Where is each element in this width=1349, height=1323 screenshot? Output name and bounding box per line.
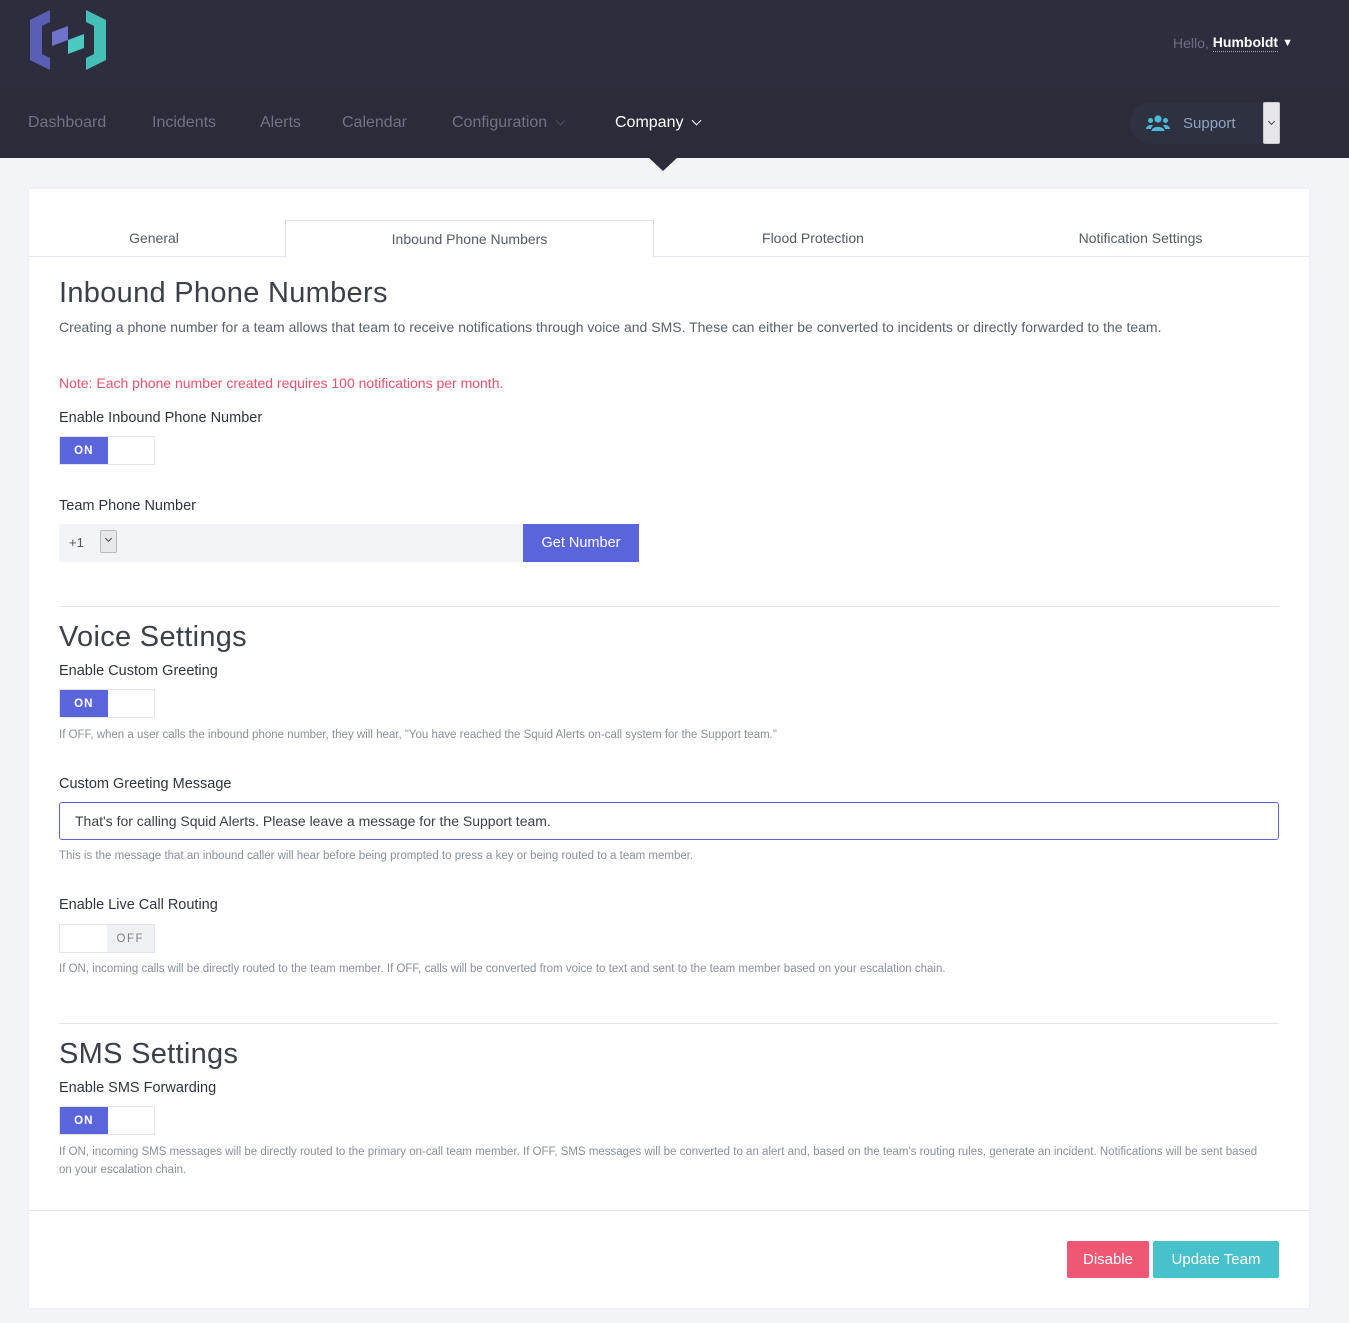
live-routing-help: If ON, incoming calls will be directly r… bbox=[59, 963, 946, 975]
username[interactable]: Humboldt bbox=[1212, 34, 1279, 52]
country-code-dropdown[interactable] bbox=[100, 530, 117, 553]
country-code-value: +1 bbox=[69, 535, 84, 550]
voice-settings-title: Voice Settings bbox=[59, 621, 247, 653]
toggle-on-area bbox=[60, 925, 107, 952]
nav-dashboard[interactable]: Dashboard bbox=[28, 114, 106, 132]
active-nav-pointer bbox=[648, 157, 678, 171]
inbound-note: Note: Each phone number created requires… bbox=[59, 375, 504, 391]
team-phone-label: Team Phone Number bbox=[59, 498, 197, 514]
country-code-select[interactable]: +1 bbox=[59, 524, 121, 562]
settings-card: General Inbound Phone Numbers Flood Prot… bbox=[29, 189, 1309, 1308]
toggle-off-area bbox=[107, 1107, 154, 1134]
team-selector[interactable]: Support bbox=[1130, 102, 1280, 144]
sms-settings-title: SMS Settings bbox=[59, 1038, 239, 1070]
live-routing-label: Enable Live Call Routing bbox=[59, 897, 218, 913]
greeting-text: Hello, bbox=[1172, 35, 1209, 51]
nav-company[interactable]: Company bbox=[615, 114, 702, 132]
sms-forwarding-help: If ON, incoming SMS messages will be dir… bbox=[59, 1146, 1258, 1176]
enable-inbound-toggle[interactable]: ON bbox=[59, 436, 155, 465]
team-selector-dropdown[interactable] bbox=[1263, 102, 1280, 144]
caret-down-icon[interactable]: ▼ bbox=[1282, 37, 1293, 49]
toggle-on-label: ON bbox=[60, 1107, 108, 1134]
toggle-on-label: ON bbox=[60, 437, 108, 464]
enable-inbound-label: Enable Inbound Phone Number bbox=[59, 410, 263, 426]
tab-inbound-phone-numbers[interactable]: Inbound Phone Numbers bbox=[285, 220, 654, 258]
nav-alerts[interactable]: Alerts bbox=[260, 114, 301, 132]
user-greeting[interactable]: Hello, Humboldt ▼ bbox=[1173, 34, 1293, 52]
custom-greeting-toggle[interactable]: ON bbox=[59, 689, 155, 718]
inbound-description: Creating a phone number for a team allow… bbox=[59, 319, 1162, 335]
sms-forwarding-label: Enable SMS Forwarding bbox=[59, 1080, 217, 1096]
phone-number-input[interactable] bbox=[121, 524, 523, 562]
users-icon bbox=[1146, 115, 1170, 131]
greeting-message-label: Custom Greeting Message bbox=[59, 776, 232, 792]
team-selector-label: Support bbox=[1183, 115, 1236, 132]
greeting-message-input[interactable] bbox=[59, 802, 1279, 840]
update-team-button[interactable]: Update Team bbox=[1153, 1241, 1279, 1278]
sms-forwarding-toggle[interactable]: ON bbox=[59, 1106, 155, 1135]
toggle-on-label: ON bbox=[60, 690, 108, 717]
chevron-down-icon bbox=[1267, 117, 1276, 126]
disable-button[interactable]: Disable bbox=[1067, 1241, 1149, 1278]
inbound-title: Inbound Phone Numbers bbox=[59, 277, 388, 309]
tab-notification-settings[interactable]: Notification Settings bbox=[972, 220, 1309, 257]
section-divider bbox=[59, 606, 1279, 607]
nav-calendar[interactable]: Calendar bbox=[342, 114, 407, 132]
nav-company-label: Company bbox=[615, 114, 684, 131]
greeting-message-help: This is the message that an inbound call… bbox=[59, 850, 694, 862]
nav-incidents[interactable]: Incidents bbox=[152, 114, 216, 132]
card-footer-divider bbox=[29, 1210, 1309, 1211]
phone-number-group: +1 Get Number bbox=[59, 524, 639, 562]
chevron-down-icon bbox=[104, 534, 113, 543]
chevron-down-icon bbox=[692, 115, 702, 126]
tab-flood-protection[interactable]: Flood Protection bbox=[654, 220, 972, 257]
custom-greeting-label: Enable Custom Greeting bbox=[59, 663, 218, 679]
toggle-off-area bbox=[107, 437, 154, 464]
nav-configuration-label: Configuration bbox=[452, 114, 548, 131]
chevron-down-icon bbox=[555, 115, 566, 126]
squid-alerts-logo-icon[interactable] bbox=[30, 10, 106, 70]
nav-configuration[interactable]: Configuration bbox=[452, 114, 566, 132]
section-divider bbox=[59, 1023, 1279, 1024]
toggle-off-label: OFF bbox=[106, 925, 154, 952]
tab-general[interactable]: General bbox=[29, 220, 279, 257]
toggle-off-area bbox=[107, 690, 154, 717]
custom-greeting-help: If OFF, when a user calls the inbound ph… bbox=[59, 729, 777, 741]
get-number-button[interactable]: Get Number bbox=[523, 524, 639, 562]
settings-tabs: General Inbound Phone Numbers Flood Prot… bbox=[29, 189, 1309, 258]
live-routing-toggle[interactable]: OFF bbox=[59, 924, 155, 953]
